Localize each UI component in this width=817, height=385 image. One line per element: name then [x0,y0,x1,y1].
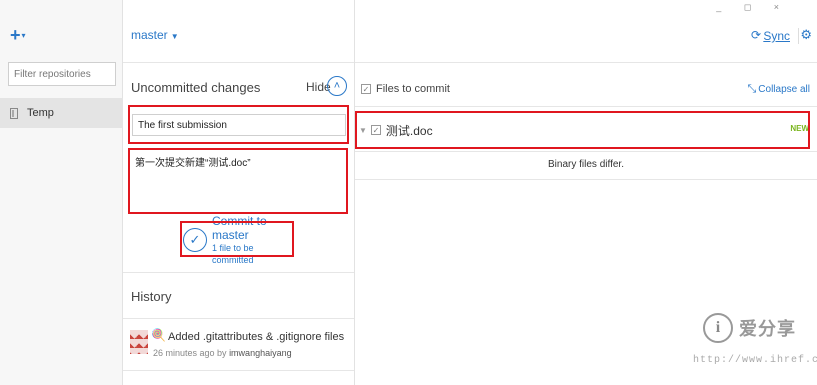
divider [123,370,354,371]
highlight-description [128,148,348,214]
history-meta: 26 minutes ago by imwanghaiyang [153,348,292,358]
divider [123,318,354,319]
divider [798,28,799,44]
add-repository-button[interactable]: +▾ [10,26,26,45]
window-controls[interactable]: _ ◻ × [716,2,789,13]
repo-icon [10,107,18,119]
history-item[interactable]: 🍭 Added .gitattributes & .gitignore file… [130,326,352,364]
highlight-summary [128,105,349,144]
chevron-up-icon[interactable]: ˄ [327,76,347,96]
history-author: imwanghaiyang [229,348,292,358]
sidebar-item-label: Temp [27,107,54,119]
history-time: 26 minutes ago by [153,348,227,358]
select-all-checkbox[interactable]: ✓ [361,84,371,94]
divider [123,62,354,63]
sync-button[interactable]: Sync [763,29,790,43]
uncommitted-changes-title: Uncommitted changes [131,80,261,95]
collapse-all-button[interactable]: ⤡ Collapse all [747,83,810,96]
divider [123,272,354,273]
branch-name: master [131,28,168,42]
sidebar-item-temp[interactable]: Temp [0,98,123,128]
diff-message: Binary files differ. [548,159,624,170]
watermark-title: 爱分享 [739,319,796,339]
history-title: History [131,289,172,304]
avatar [130,330,148,354]
files-to-commit-header[interactable]: ✓ Files to commit [361,83,450,95]
highlight-commit [180,221,294,257]
filter-repositories-input[interactable] [8,62,116,86]
collapse-all-label: Collapse all [758,84,810,95]
lollipop-icon: 🍭 [151,328,166,342]
divider [355,151,817,152]
chevron-down-icon: ▼ [170,32,179,41]
watermark-url: http://www.ihref.com [693,355,817,366]
divider [355,179,817,180]
watermark: i 爱分享 http://www.ihref.com [693,307,817,371]
highlight-file [355,111,810,149]
divider [355,106,817,107]
files-to-commit-label: Files to commit [376,83,450,95]
sync-icon[interactable]: ⟳ [751,28,761,42]
chevron-down-icon: ▾ [21,31,26,41]
collapse-icon: ⤡ [747,83,757,95]
branch-selector[interactable]: master ▼ [131,28,179,42]
history-message: Added .gitattributes & .gitignore files [168,331,345,343]
info-icon: i [703,313,733,343]
divider [355,62,817,63]
plus-icon: + [10,25,21,45]
repository-sidebar: +▾ Temp [0,0,123,385]
gear-icon[interactable]: ⚙ [800,27,812,43]
